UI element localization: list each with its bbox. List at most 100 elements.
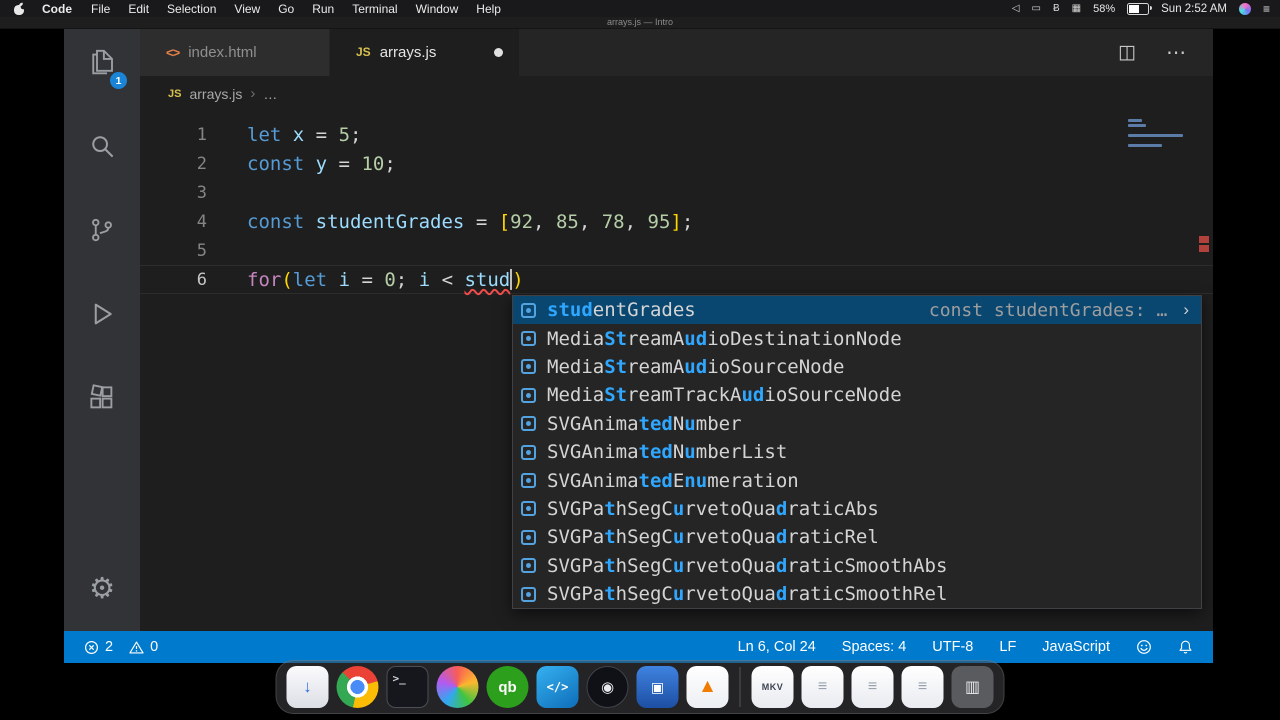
overview-error-marker <box>1199 236 1209 243</box>
code-line-2[interactable]: 2 const y = 10; <box>140 149 1213 178</box>
breadcrumb-more[interactable]: … <box>263 86 277 102</box>
menu-go[interactable]: Go <box>269 2 303 16</box>
problems-errors[interactable]: 2 <box>84 639 113 655</box>
suggestion-MediaStreamAudioSourceNode[interactable]: MediaStreamAudioSourceNode <box>513 353 1201 381</box>
settings-gear-icon[interactable]: ⚙ <box>64 561 140 617</box>
suggestion-SVGPathSegCurvetoQuadraticAbs[interactable]: SVGPathSegCurvetoQuadraticAbs <box>513 495 1201 523</box>
display-icon[interactable]: ▭ <box>1032 3 1041 14</box>
siri-icon[interactable] <box>1238 2 1251 15</box>
code-text: const studentGrades = [92, 85, 78, 95]; <box>247 210 694 233</box>
suggestion-label: MediaStreamAudioSourceNode <box>547 355 845 378</box>
tab-index.html[interactable]: <> index.html <box>140 28 330 76</box>
suggestion-SVGAnimatedNumberList[interactable]: SVGAnimatedNumberList <box>513 438 1201 466</box>
editor[interactable]: 1 let x = 5; 2 const y = 10; 3 4 const student… <box>140 111 1213 631</box>
menu-view[interactable]: View <box>225 2 269 16</box>
menu-help[interactable]: Help <box>467 2 510 16</box>
dock-google-chrome[interactable] <box>336 666 379 708</box>
dock-file-doc-2[interactable]: ≡ <box>851 666 894 708</box>
menu-code[interactable]: Code <box>32 2 82 16</box>
cursor-position[interactable]: Ln 6, Col 24 <box>738 639 816 655</box>
volume-icon[interactable]: ◁ <box>1012 3 1020 14</box>
apple-icon[interactable] <box>14 3 24 15</box>
tab-arrays.js[interactable]: JS arrays.js <box>330 28 520 76</box>
suggestion-SVGPathSegCurvetoQuadraticSmoothRel[interactable]: SVGPathSegCurvetoQuadraticSmoothRel <box>513 580 1201 608</box>
dock-app-blue[interactable]: ▣ <box>636 666 679 708</box>
html-file-icon: <> <box>166 44 180 60</box>
battery-icon[interactable] <box>1127 2 1152 15</box>
minimap-line <box>1128 119 1142 122</box>
eol-setting[interactable]: LF <box>999 639 1016 655</box>
menu-window[interactable]: Window <box>407 2 468 16</box>
suggest-widget: studentGrades const studentGrades: … › Medi… <box>512 295 1202 610</box>
suggestion-label: MediaStreamAudioDestinationNode <box>547 327 902 350</box>
feedback-icon[interactable] <box>1136 639 1152 655</box>
suggestion-MediaStreamAudioDestinationNode[interactable]: MediaStreamAudioDestinationNode <box>513 324 1201 352</box>
code-area: 1 let x = 5; 2 const y = 10; 3 4 const student… <box>140 120 1213 294</box>
dirty-indicator[interactable] <box>494 47 503 57</box>
bluetooth-icon[interactable]: Ƀ <box>1053 3 1060 14</box>
suggestion-MediaStreamTrackAudioSourceNode[interactable]: MediaStreamTrackAudioSourceNode <box>513 381 1201 409</box>
code-line-3[interactable]: 3 <box>140 178 1213 207</box>
dock-vlc[interactable]: ▲ <box>686 666 729 708</box>
editor-actions: ◫ ⋯ <box>1118 28 1213 76</box>
dock: ↓ >_ qb </> ◉ ▣ ▲ MKV ≡ ≡ ≡ ▥ <box>275 660 1005 714</box>
menu-edit[interactable]: Edit <box>119 2 158 16</box>
keyboard-brightness-icon[interactable]: ▦ <box>1072 3 1081 14</box>
indentation-setting[interactable]: Spaces: 4 <box>842 639 907 655</box>
suggestion-label: SVGPathSegCurvetoQuadraticSmoothAbs <box>547 554 948 577</box>
dock-file-mkv[interactable]: MKV <box>751 666 794 708</box>
breadcrumb-file[interactable]: arrays.js <box>189 86 242 102</box>
problems-warnings[interactable]: 0 <box>129 639 158 655</box>
dock-vs-code[interactable]: </> <box>536 666 579 708</box>
dock-file-doc-1[interactable]: ≡ <box>801 666 844 708</box>
suggestion-SVGPathSegCurvetoQuadraticRel[interactable]: SVGPathSegCurvetoQuadraticRel <box>513 523 1201 551</box>
overview-error-marker <box>1199 245 1209 252</box>
suggestion-SVGPathSegCurvetoQuadraticSmoothAbs[interactable]: SVGPathSegCurvetoQuadraticSmoothAbs <box>513 552 1201 580</box>
suggestion-label: MediaStreamTrackAudioSourceNode <box>547 384 902 407</box>
menu-status-area: ◁ ▭ Ƀ ▦ 58% Sun 2:52 AM ≡ <box>1012 2 1270 16</box>
encoding-setting[interactable]: UTF-8 <box>932 639 973 655</box>
dock-terminal[interactable]: >_ <box>386 666 429 708</box>
menu-selection[interactable]: Selection <box>158 2 225 16</box>
dock-file-doc-3[interactable]: ≡ <box>901 666 944 708</box>
run-debug-icon <box>94 303 112 325</box>
line-number: 3 <box>196 182 207 203</box>
suggestion-expand-icon[interactable]: › <box>1183 300 1189 320</box>
menu-file[interactable]: File <box>82 2 119 16</box>
breadcrumb-separator: › <box>250 85 256 102</box>
activity-extensions[interactable] <box>64 370 140 426</box>
dock-app-downloads[interactable]: ↓ <box>286 666 329 708</box>
suggestion-studentGrades[interactable]: studentGrades const studentGrades: … › <box>513 296 1201 325</box>
suggestion-label: SVGAnimatedNumber <box>547 412 742 435</box>
suggestion-label: SVGPathSegCurvetoQuadraticSmoothRel <box>547 583 948 606</box>
minimap[interactable] <box>1128 119 1196 147</box>
language-mode[interactable]: JavaScript <box>1042 639 1110 655</box>
dock-quickbooks[interactable]: qb <box>486 666 529 708</box>
menu-items: Code File Edit Selection View Go Run Terminal Wi… <box>10 2 510 16</box>
code-line-1[interactable]: 1 let x = 5; <box>140 120 1213 149</box>
activity-run-debug[interactable] <box>64 286 140 342</box>
code-line-6[interactable]: 6 for(let i = 0; i < stud) <box>140 265 1213 294</box>
dock-app-colorwheel[interactable] <box>436 666 479 708</box>
line-number: 4 <box>196 211 207 232</box>
suggestion-SVGAnimatedNumber[interactable]: SVGAnimatedNumber <box>513 410 1201 438</box>
menubar-clock[interactable]: Sun 2:52 AM <box>1161 3 1227 15</box>
notification-center-icon[interactable]: ≡ <box>1263 2 1270 16</box>
activity-source-control[interactable] <box>64 202 140 258</box>
dock-trash[interactable]: ▥ <box>951 666 994 708</box>
activity-explorer[interactable]: 1 <box>64 34 140 90</box>
menu-terminal[interactable]: Terminal <box>343 2 406 16</box>
menu-run[interactable]: Run <box>303 2 343 16</box>
more-actions-icon[interactable]: ⋯ <box>1166 40 1187 65</box>
line-number: 5 <box>196 240 207 261</box>
activity-search[interactable] <box>64 118 140 174</box>
warning-icon <box>129 641 144 653</box>
suggestion-SVGAnimatedEnumeration[interactable]: SVGAnimatedEnumeration <box>513 466 1201 494</box>
notifications-bell-icon[interactable] <box>1178 639 1193 655</box>
code-line-4[interactable]: 4 const studentGrades = [92, 85, 78, 95]; <box>140 207 1213 236</box>
breadcrumb: JS arrays.js › … <box>140 76 1213 111</box>
dock-divider <box>739 667 741 707</box>
split-editor-icon[interactable]: ◫ <box>1118 41 1136 64</box>
dock-obs[interactable]: ◉ <box>586 666 629 708</box>
code-line-5[interactable]: 5 <box>140 236 1213 265</box>
